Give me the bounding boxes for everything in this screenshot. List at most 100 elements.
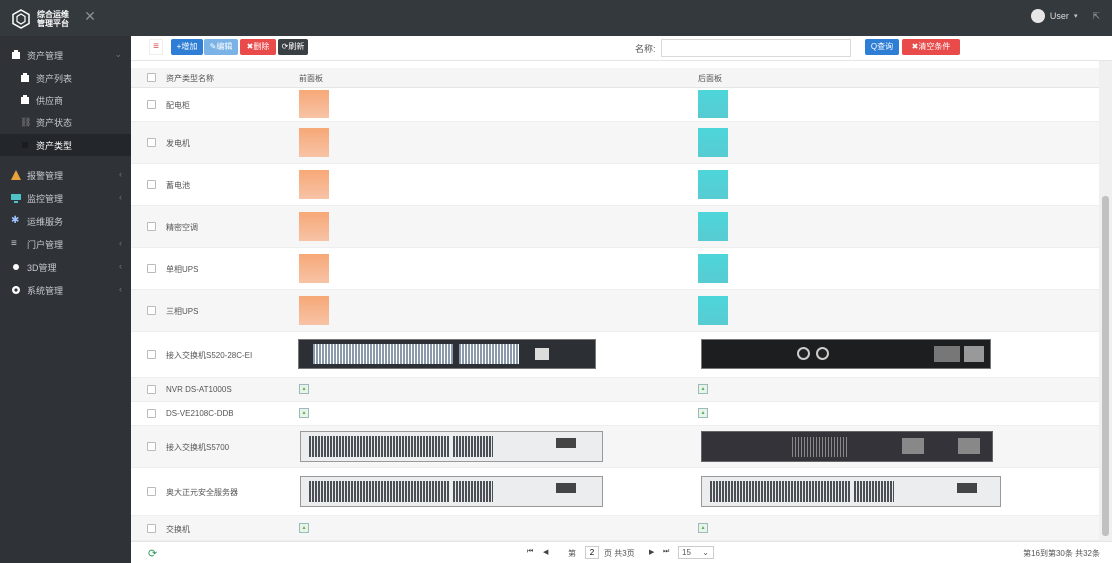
sidebar-item-label: 资产类型	[36, 140, 73, 151]
last-page-icon[interactable]: ⏭	[663, 548, 669, 556]
sidebar-item-label: 报警管理	[27, 170, 64, 181]
sidebar-item-supplier[interactable]: 供应商	[0, 89, 131, 111]
back-panel-image	[698, 212, 728, 241]
row-checkbox[interactable]	[147, 409, 156, 418]
search-button[interactable]: Q查询	[865, 39, 899, 55]
row-checkbox[interactable]	[147, 442, 156, 451]
avatar[interactable]	[1030, 9, 1045, 23]
row-checkbox[interactable]	[147, 487, 156, 496]
broken-image-icon: ▴	[299, 523, 309, 533]
sidebar-item-asset-management[interactable]: 资产管理 ⌄	[0, 44, 131, 66]
delete-button[interactable]: ✖删除	[240, 39, 276, 55]
sidebar-item-portal-management[interactable]: ≡ 门户管理 ‹	[0, 233, 131, 255]
front-panel-image	[299, 128, 329, 157]
page-prefix: 第	[568, 549, 576, 558]
row-checkbox[interactable]	[147, 350, 156, 359]
brand: 综合运维 管理平台	[10, 6, 120, 32]
sidebar-item-label: 资产管理	[27, 50, 64, 61]
search-input[interactable]	[661, 39, 851, 57]
chevron-down-icon[interactable]: ▾	[1074, 12, 1078, 20]
row-checkbox[interactable]	[147, 385, 156, 394]
back-panel-image	[698, 128, 728, 157]
back-panel-image	[701, 431, 993, 462]
table-row[interactable]: 蓄电池	[131, 164, 1099, 206]
chevron-left-icon: ‹	[119, 169, 122, 179]
row-name: 奥大正元安全服务器	[166, 488, 238, 497]
user-menu[interactable]: User ▾ ⇱	[1030, 9, 1100, 23]
back-panel-image	[698, 296, 728, 325]
expand-icon[interactable]: ⇱	[1092, 11, 1100, 22]
chevron-down-icon: ⌄	[702, 548, 709, 557]
sidebar-item-asset-type[interactable]: 资产类型	[0, 134, 131, 156]
app-window: 综合运维 管理平台 ✕ User ▾ ⇱ 资产管理 ⌄ 资产列表 供应商 ⛓ 资…	[0, 0, 1112, 563]
sidebar-item-label: 供应商	[36, 95, 64, 106]
first-page-icon[interactable]: ⏮	[527, 548, 533, 556]
menu-icon: ≡	[11, 238, 17, 249]
page-size-value: 15	[682, 548, 691, 557]
table-row[interactable]: 发电机	[131, 122, 1099, 164]
row-checkbox[interactable]	[147, 306, 156, 315]
select-all-checkbox[interactable]	[147, 73, 156, 82]
row-checkbox[interactable]	[147, 524, 156, 533]
sidebar-item-label: 资产状态	[36, 117, 73, 128]
brand-text: 综合运维 管理平台	[37, 10, 73, 28]
sidebar-item-asset-list[interactable]: 资产列表	[0, 67, 131, 89]
refresh-button[interactable]: ⟳刷新	[278, 39, 308, 55]
table-row[interactable]: 接入交换机S520-28C-EI	[131, 332, 1099, 378]
column-toggle-button[interactable]: ≡	[149, 39, 163, 55]
sidebar-item-3d-management[interactable]: 3D管理 ‹	[0, 256, 131, 278]
sidebar-item-monitor-management[interactable]: 监控管理 ‹	[0, 187, 131, 209]
table-row[interactable]: 奥大正元安全服务器	[131, 468, 1099, 516]
front-panel-image	[299, 90, 329, 118]
dot-icon	[11, 262, 21, 272]
front-panel-image	[300, 476, 603, 507]
reset-button[interactable]: ✖清空条件	[902, 39, 960, 55]
sidebar-item-ops-service[interactable]: ✱ 运维服务	[0, 210, 131, 232]
chevron-left-icon: ‹	[119, 284, 122, 294]
prev-page-icon[interactable]: ◀	[543, 548, 548, 556]
broken-image-icon: ▴	[299, 384, 309, 394]
refresh-icon[interactable]: ⟳	[148, 547, 157, 560]
sidebar-item-alarm-management[interactable]: 报警管理 ‹	[0, 164, 131, 186]
sidebar-item-label: 门户管理	[27, 239, 64, 250]
table-scrollbar[interactable]	[1099, 61, 1112, 541]
page-number-input[interactable]	[585, 546, 599, 559]
table-row[interactable]: 精密空调	[131, 206, 1099, 248]
table-row[interactable]: 交换机 ▴ ▴	[131, 516, 1099, 541]
table-header: 资产类型名称 前面板 后面板	[131, 68, 1099, 88]
row-checkbox[interactable]	[147, 180, 156, 189]
sidebar-item-asset-status[interactable]: ⛓ 资产状态	[0, 111, 131, 133]
scrollbar-thumb[interactable]	[1102, 196, 1109, 536]
row-checkbox[interactable]	[147, 264, 156, 273]
brand-line1: 综合运维	[37, 10, 69, 19]
user-label[interactable]: User	[1050, 11, 1069, 21]
table-row[interactable]: NVR DS-AT1000S ▴ ▴	[131, 378, 1099, 402]
sidebar-item-label: 监控管理	[27, 193, 64, 204]
asset-type-table: 资产类型名称 前面板 后面板 配电柜 发电机 蓄电池 精密空调 单相UPS 三相…	[131, 61, 1099, 541]
page-size-select[interactable]: 15 ⌄	[678, 546, 714, 559]
table-row[interactable]: 配电柜	[131, 88, 1099, 122]
sidebar-item-system-management[interactable]: 系统管理 ‹	[0, 279, 131, 301]
row-name: 交换机	[166, 525, 190, 534]
column-header-back[interactable]: 后面板	[698, 73, 722, 84]
chevron-left-icon: ‹	[119, 261, 122, 271]
table-row[interactable]: 三相UPS	[131, 290, 1099, 332]
front-panel-image	[300, 431, 603, 462]
row-name: 单相UPS	[166, 265, 199, 274]
table-row[interactable]: 接入交换机S5700	[131, 426, 1099, 468]
row-name: 精密空调	[166, 223, 198, 232]
next-page-icon[interactable]: ▶	[649, 548, 654, 556]
table-row[interactable]: DS-VE2108C-DDB ▴ ▴	[131, 402, 1099, 426]
row-checkbox[interactable]	[147, 222, 156, 231]
row-checkbox[interactable]	[147, 138, 156, 147]
row-name: NVR DS-AT1000S	[166, 385, 232, 394]
column-header-front[interactable]: 前面板	[299, 73, 323, 84]
broken-image-icon: ▴	[299, 408, 309, 418]
brand-line2: 管理平台	[37, 19, 69, 28]
close-sidebar-icon[interactable]: ✕	[82, 8, 98, 24]
row-checkbox[interactable]	[147, 100, 156, 109]
column-header-name[interactable]: 资产类型名称	[166, 73, 214, 84]
add-button[interactable]: +增加	[171, 39, 203, 55]
edit-button[interactable]: ✎编辑	[204, 39, 238, 55]
table-row[interactable]: 单相UPS	[131, 248, 1099, 290]
